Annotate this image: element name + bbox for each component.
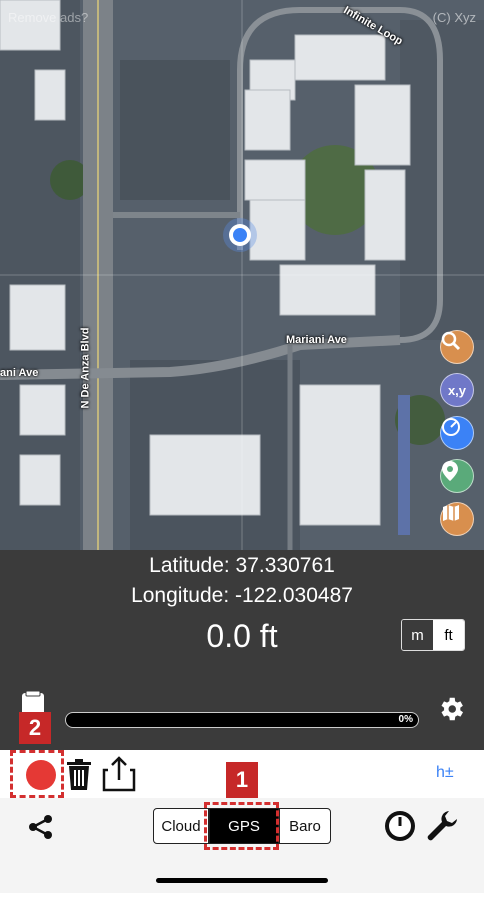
unit-feet-option[interactable]: ft xyxy=(433,620,464,650)
map-copyright: (C) Xyz xyxy=(432,10,476,25)
map-icon xyxy=(443,505,459,521)
wrench-icon[interactable] xyxy=(425,809,459,843)
current-location-marker xyxy=(223,218,257,252)
search-button[interactable] xyxy=(440,330,474,364)
progress-bar: 0% xyxy=(65,712,419,728)
export-icon[interactable] xyxy=(102,756,136,792)
segment-baro[interactable]: Baro xyxy=(279,808,331,844)
coordinates-label: x,y xyxy=(447,382,467,398)
home-indicator xyxy=(156,878,328,883)
street-label-de-anza: N De Anza Blvd xyxy=(79,327,92,409)
compass-icon xyxy=(442,418,460,436)
trash-icon[interactable] xyxy=(66,759,92,791)
location-pin-icon xyxy=(442,461,458,481)
latitude-readout: Latitude: 37.330761 xyxy=(149,554,335,577)
street-label-mariani-ave-left: ani Ave xyxy=(0,367,39,379)
compass-button[interactable] xyxy=(440,416,474,450)
unit-toggle[interactable]: m ft xyxy=(401,619,465,651)
highlight-gps-segment xyxy=(204,802,279,850)
location-pin-button[interactable] xyxy=(440,459,474,493)
info-panel: Latitude: 37.330761 Longitude: -122.0304… xyxy=(0,550,484,750)
horizontal-precision-button[interactable]: h± xyxy=(436,764,454,782)
map-layers-button[interactable] xyxy=(440,502,474,536)
annotation-badge-1: 1 xyxy=(226,762,258,798)
unit-meters-option[interactable]: m xyxy=(402,620,433,650)
share-icon[interactable] xyxy=(28,814,54,840)
segment-cloud[interactable]: Cloud xyxy=(153,808,209,844)
remove-ads-link[interactable]: Remove ads? xyxy=(8,10,88,25)
street-label-mariani-ave: Mariani Ave xyxy=(286,334,347,346)
search-icon xyxy=(441,331,461,351)
timer-icon[interactable] xyxy=(384,810,416,842)
satellite-map[interactable]: Remove ads? (C) Xyz Infinite Loop Marian… xyxy=(0,0,484,550)
annotation-badge-2: 2 xyxy=(19,712,51,744)
map-imagery xyxy=(0,0,484,550)
coordinates-button[interactable]: x,y xyxy=(440,373,474,407)
settings-gear-icon[interactable] xyxy=(436,694,466,724)
highlight-record-button xyxy=(10,750,64,798)
longitude-readout: Longitude: -122.030487 xyxy=(131,584,353,607)
progress-label: 0% xyxy=(398,714,413,725)
